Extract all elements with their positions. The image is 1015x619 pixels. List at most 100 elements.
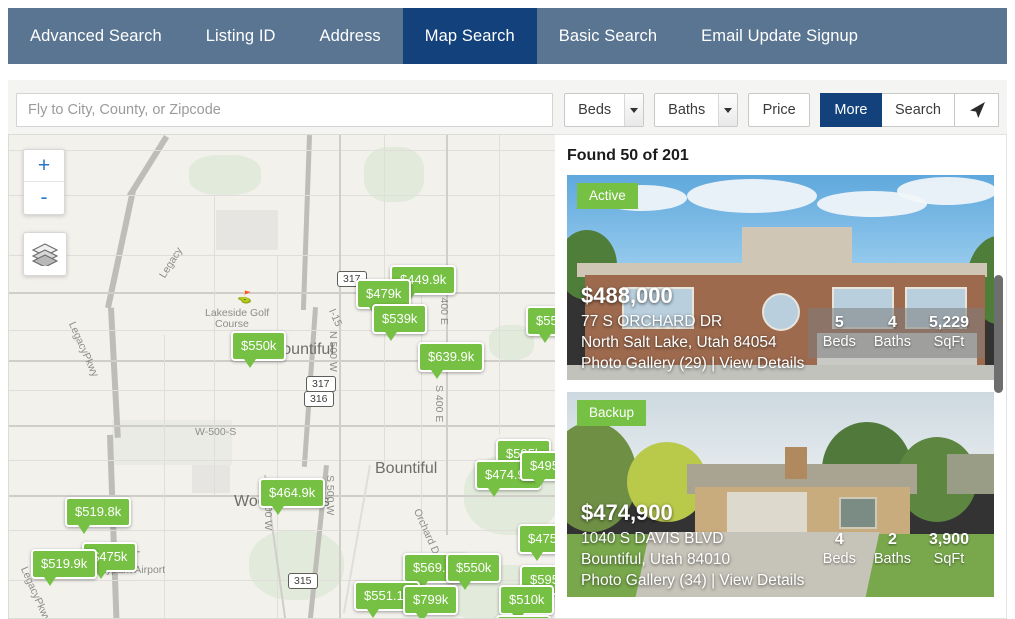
chevron-down-icon <box>718 94 738 126</box>
search-button[interactable]: Search <box>881 93 956 127</box>
sqft-stat: 3,900 SqFt <box>920 530 978 569</box>
map-road <box>9 425 555 427</box>
map-freeway <box>126 135 170 198</box>
baths-select[interactable]: Baths <box>654 93 739 127</box>
map-price-marker[interactable]: $539k <box>372 304 428 345</box>
listing-card[interactable]: Backup $474,900 1040 S DAVIS BLVD Bounti… <box>567 392 994 597</box>
map-layers-button[interactable] <box>23 232 67 276</box>
map-freeway <box>105 190 136 309</box>
map-canvas[interactable]: LegacyLegacyPkwyLegacyPkwyI-15I-15N 500 … <box>9 135 555 618</box>
beds-stat: 4 Beds <box>814 530 865 569</box>
listing-city: North Salt Lake, Utah 84054 <box>581 334 777 351</box>
beds-select[interactable]: Beds <box>564 93 645 127</box>
map-park-area <box>189 155 261 195</box>
status-badge: Active <box>577 183 638 209</box>
map-panel[interactable]: LegacyLegacyPkwyLegacyPkwyI-15I-15N 500 … <box>8 134 555 619</box>
map-label: LegacyPkwy <box>66 320 101 379</box>
nav-tab-map-search[interactable]: Map Search <box>402 8 537 64</box>
map-label: Orchard Dr <box>411 507 444 560</box>
nav-tab-email-update-signup[interactable]: Email Update Signup <box>679 8 880 64</box>
listing-card[interactable]: Active $488,000 77 S ORCHARD DR North Sa… <box>567 175 994 380</box>
map-price-marker[interactable]: $519.9k <box>31 549 98 590</box>
map-block-area <box>192 465 230 493</box>
map-label: W-500-S <box>195 426 237 438</box>
sqft-stat: 5,229 SqFt <box>920 313 978 352</box>
map-price-marker[interactable]: $639.9k <box>418 342 485 383</box>
baths-select-label: Baths <box>668 102 706 118</box>
map-road <box>9 460 555 461</box>
chevron-down-icon <box>624 94 644 126</box>
map-price-marker[interactable]: $519.8k <box>65 497 132 538</box>
map-zoom-controls: + - <box>23 149 65 215</box>
beds-label: Beds <box>822 334 856 350</box>
navigation-arrow-icon[interactable] <box>955 93 1000 127</box>
map-road <box>9 390 555 391</box>
sqft-label: SqFt <box>933 334 965 350</box>
nav-tab-address[interactable]: Address <box>298 8 403 64</box>
map-road <box>9 255 555 256</box>
map-label: I-15 <box>326 307 345 329</box>
beds-select-label: Beds <box>578 102 612 118</box>
map-route-shield: 316 <box>304 391 334 407</box>
map-price-marker[interactable]: $495k <box>520 451 555 492</box>
map-price-marker[interactable]: $464.9k <box>259 478 326 519</box>
map-freeway-i15 <box>300 135 312 311</box>
fly-to-input[interactable] <box>16 93 553 127</box>
nav-tab-basic-search[interactable]: Basic Search <box>537 8 679 64</box>
map-route-shield: 317 <box>306 376 336 392</box>
map-label: S 400 E <box>433 385 445 423</box>
zoom-out-button[interactable]: - <box>24 182 64 214</box>
more-button[interactable]: More <box>820 93 882 127</box>
map-park-area <box>249 530 344 600</box>
map-road <box>9 530 555 531</box>
listing-address: 1040 S DAVIS BLVD <box>581 530 724 547</box>
map-price-marker[interactable]: $475k <box>518 524 555 565</box>
listing-price: $488,000 <box>581 283 673 308</box>
listing-info: $488,000 77 S ORCHARD DR North Salt Lake… <box>581 283 804 374</box>
listing-gallery-link[interactable]: Photo Gallery (29) | View Details <box>581 353 804 374</box>
results-scrollbar-thumb[interactable] <box>994 275 1003 393</box>
baths-label: Baths <box>873 334 911 350</box>
map-road <box>9 150 555 151</box>
map-price-marker[interactable]: $510k <box>496 615 552 618</box>
listing-stats: 4 Beds 2 Baths 3,900 SqFt <box>808 525 984 575</box>
map-label: Bountiful <box>375 460 438 477</box>
listing-info: $474,900 1040 S DAVIS BLVD Bountiful, Ut… <box>581 500 804 591</box>
map-route-shield: 315 <box>288 573 318 589</box>
sqft-value: 5,229 <box>928 314 969 331</box>
beds-value: 5 <box>834 314 844 331</box>
listing-price: $474,900 <box>581 500 673 525</box>
beds-value: 4 <box>834 531 844 548</box>
baths-value: 2 <box>887 531 897 548</box>
map-price-marker[interactable]: $550k <box>231 331 287 372</box>
map-freeway <box>108 307 121 438</box>
map-price-marker[interactable]: $510k <box>499 585 555 618</box>
map-price-marker[interactable]: $799k <box>403 585 459 618</box>
beds-label: Beds <box>822 551 856 567</box>
baths-label: Baths <box>873 551 911 567</box>
listing-stats: 5 Beds 4 Baths 5,229 SqFt <box>807 308 984 358</box>
map-park-area <box>364 147 424 202</box>
map-road <box>446 135 448 535</box>
map-label: Legacy <box>157 245 186 281</box>
price-button[interactable]: Price <box>748 93 811 127</box>
map-road <box>214 195 215 495</box>
results-panel[interactable]: Found 50 of 201 Active $488,000 77 S ORC… <box>555 134 1007 619</box>
map-road <box>9 292 555 294</box>
content-area: LegacyLegacyPkwyLegacyPkwyI-15I-15N 500 … <box>8 134 1007 619</box>
nav-tab-listing-id[interactable]: Listing ID <box>184 8 298 64</box>
listing-address: 77 S ORCHARD DR <box>581 313 723 330</box>
main-navigation: Advanced Search Listing ID Address Map Sear… <box>8 8 1007 64</box>
map-block-area <box>216 210 278 250</box>
search-toolbar: Beds Baths Price More Search <box>8 80 1007 140</box>
listing-gallery-link[interactable]: Photo Gallery (34) | View Details <box>581 570 804 591</box>
map-road <box>164 335 165 618</box>
map-price-marker[interactable]: $555k <box>526 306 555 347</box>
map-price-marker[interactable]: $550k <box>446 553 502 594</box>
zoom-in-button[interactable]: + <box>24 150 64 182</box>
sqft-value: 3,900 <box>928 531 969 548</box>
map-road <box>9 195 555 196</box>
baths-value: 4 <box>887 314 897 331</box>
nav-tab-advanced-search[interactable]: Advanced Search <box>8 8 184 64</box>
map-road <box>499 135 500 435</box>
